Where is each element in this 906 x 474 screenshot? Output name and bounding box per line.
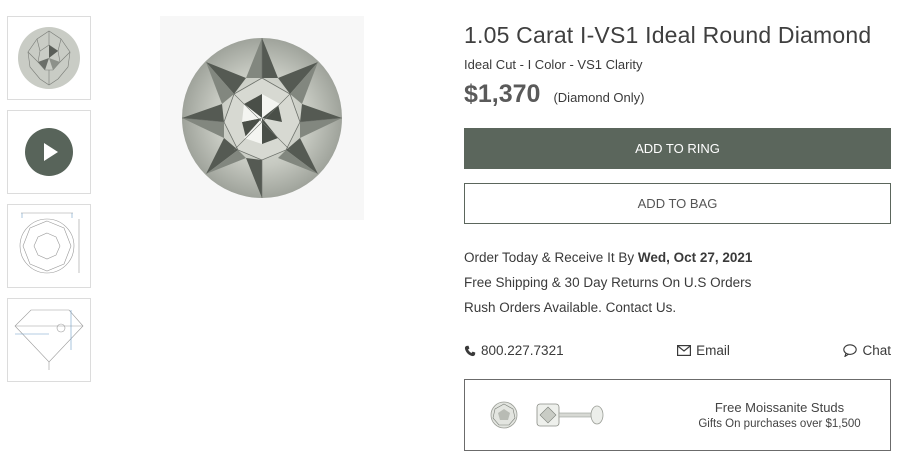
promo-text: Free Moissanite Studs Gifts On purchases… [669,400,890,430]
order-by-line: Order Today & Receive It By Wed, Oct 27,… [464,245,891,270]
thumbnail-top-diagram[interactable] [7,204,91,288]
studs-image [465,379,665,451]
diamond-top-view-diagram [19,212,80,274]
product-subtitle: Ideal Cut - I Color - VS1 Clarity [464,57,643,72]
main-product-image [160,16,364,220]
promo-banner[interactable]: Free Moissanite Studs Gifts On purchases… [464,379,891,451]
phone-link[interactable]: 800.227.7321 [464,343,564,358]
rush-orders-line: Rush Orders Available. Contact Us. [464,300,677,315]
envelope-icon [677,345,692,356]
order-date: Wed, Oct 27, 2021 [637,250,753,265]
product-price: $1,370 [464,80,541,108]
phone-number: 800.227.7321 [481,343,564,358]
delivery-info: Order Today & Receive It By Wed, Oct 27,… [464,245,891,320]
email-label: Email [696,343,730,358]
thumbnail-side-diagram[interactable] [7,298,91,382]
price-row: $1,370 (Diamond Only) [464,80,891,109]
add-to-ring-button[interactable]: ADD TO RING [464,128,891,169]
product-title: 1.05 Carat I-VS1 Ideal Round Diamond [464,22,872,48]
stud-earrings-image [490,401,604,429]
shipping-line: Free Shipping & 30 Day Returns On U.S Or… [464,275,752,290]
phone-icon [464,345,476,356]
diamond-side-view-diagram [14,309,84,370]
promo-subtitle: Gifts On purchases over $1,500 [698,418,861,430]
thumbnail-list [7,16,91,392]
chat-label: Chat [862,343,891,358]
price-note: (Diamond Only) [553,90,645,105]
chat-link[interactable]: Chat [843,343,891,358]
contact-row: 800.227.7321 Email Chat [464,343,891,358]
thumbnail-video[interactable] [7,110,91,194]
thumbnail-diamond-photo[interactable] [7,16,91,100]
chat-bubble-icon [843,344,858,357]
add-to-bag-button[interactable]: ADD TO BAG [464,183,891,224]
promo-title: Free Moissanite Studs [714,400,845,415]
email-link[interactable]: Email [677,343,730,358]
order-prefix: Order Today & Receive It By [464,250,638,265]
play-icon [25,128,73,176]
diamond-thumbnail-image [18,27,80,89]
product-info: 1.05 Carat I-VS1 Ideal Round Diamond Ide… [464,20,891,451]
diamond-image [181,38,343,198]
